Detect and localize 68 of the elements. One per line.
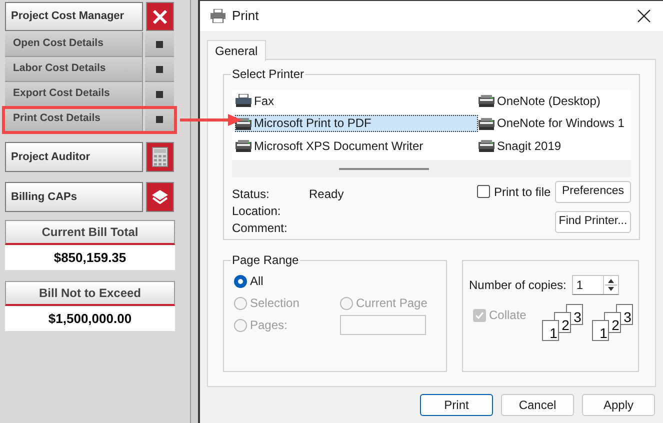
square-icon <box>156 66 163 72</box>
printer-item[interactable]: Microsoft Print to PDF <box>235 114 478 132</box>
fax-icon <box>235 94 252 107</box>
radio-button[interactable] <box>234 274 247 288</box>
radio-label: Pages: <box>250 317 288 334</box>
dialog-button[interactable]: Preferences <box>555 181 631 203</box>
printer-icon <box>235 139 252 152</box>
total-label: Current Bill Total <box>5 220 175 245</box>
printer-name: Snagit 2019 <box>497 138 562 154</box>
printer-item[interactable]: Snagit 2019 <box>478 137 631 154</box>
tool-button[interactable]: Billing CAPs <box>5 182 143 212</box>
radio-label: All <box>250 273 264 290</box>
printer-name: Microsoft Print to PDF <box>254 115 372 132</box>
window-title: Print <box>232 7 260 26</box>
field-label: Number of copies: <box>469 277 566 294</box>
menu-item[interactable]: Labor Cost Details <box>5 57 143 82</box>
tool-button[interactable]: Project Auditor <box>5 142 143 172</box>
printer-name: Fax <box>254 92 274 109</box>
tab[interactable]: General <box>207 40 266 61</box>
group-title: Select Printer <box>231 67 306 81</box>
square-icon <box>156 90 163 98</box>
printer-icon <box>210 9 226 23</box>
field-label: Status: <box>232 186 270 202</box>
printer-name: OneNote (Desktop) <box>497 92 600 109</box>
field-label: Comment: <box>232 220 288 236</box>
printer-icon <box>478 139 495 152</box>
calculator-icon <box>152 147 168 167</box>
square-icon <box>156 116 163 122</box>
callout-arrow <box>180 113 242 127</box>
field-value: Ready <box>309 186 345 202</box>
printer-name: OneNote for Windows 1 <box>497 115 624 132</box>
printer-icon <box>235 116 252 130</box>
square-icon <box>156 40 163 48</box>
printer-item[interactable]: OneNote for Windows 1 <box>478 114 631 132</box>
dialog-button[interactable]: Find Printer... <box>555 211 631 233</box>
total-value: $850,159.35 <box>5 245 175 270</box>
radio-label: Current Page <box>356 295 428 312</box>
dialog-button[interactable]: Print <box>420 394 493 416</box>
radio-label: Selection <box>250 295 300 312</box>
field-label: Location: <box>232 203 282 219</box>
group-title: Page Range <box>231 253 300 267</box>
menu-item[interactable]: Export Cost Details <box>5 82 143 107</box>
collate-pages-drawing: 1 2 3 <box>542 304 584 342</box>
checkbox-label: Print to file <box>494 185 551 199</box>
dialog-button[interactable]: Apply <box>582 394 655 416</box>
pages-field[interactable] <box>340 315 426 335</box>
project-cost-manager-button[interactable]: Project Cost Manager <box>5 2 143 31</box>
layers-button[interactable] <box>146 182 174 212</box>
copies-spinner[interactable]: 1 <box>572 275 620 295</box>
collate-pages-drawing: 1 2 3 <box>592 304 634 342</box>
total-label: Bill Not to Exceed <box>5 281 175 306</box>
scrollbar-thumb[interactable] <box>339 168 429 170</box>
layers-icon <box>151 189 169 205</box>
close-button[interactable] <box>637 9 651 23</box>
close-icon <box>151 8 169 26</box>
printer-name: Microsoft XPS Document Writer <box>254 138 424 154</box>
printer-icon <box>478 116 495 130</box>
total-value: $1,500,000.00 <box>5 306 175 331</box>
checkbox-label: Collate <box>489 307 526 324</box>
printer-item[interactable]: Fax <box>235 92 478 109</box>
printer-item[interactable]: Microsoft XPS Document Writer <box>235 137 478 154</box>
menu-item[interactable]: Open Cost Details <box>5 32 143 57</box>
dialog-button[interactable]: Cancel <box>501 394 574 416</box>
spin-arrows-icon[interactable] <box>603 276 618 294</box>
printer-icon <box>478 94 495 107</box>
checkbox[interactable] <box>477 185 490 198</box>
printer-item[interactable]: OneNote (Desktop) <box>478 92 631 109</box>
calculator-button[interactable] <box>146 142 174 172</box>
